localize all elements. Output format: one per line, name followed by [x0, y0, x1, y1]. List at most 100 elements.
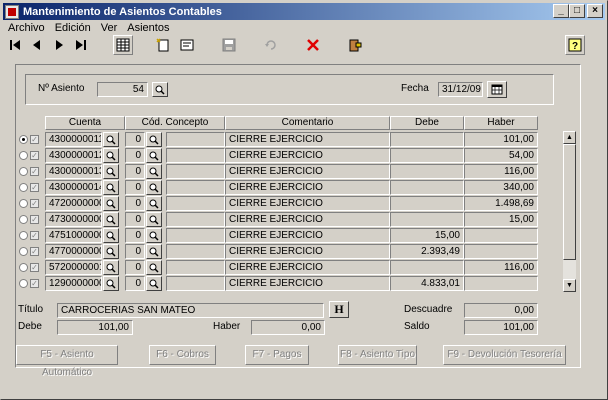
row-selector-radio[interactable]: [19, 263, 28, 272]
row-checkbox[interactable]: ✓: [30, 167, 39, 176]
row-checkbox[interactable]: ✓: [30, 183, 39, 192]
column-header-comentario[interactable]: Comentario: [225, 116, 390, 130]
table-row[interactable]: ✓ 1290000000 0 CIERRE EJERCICIO 4.833,01: [17, 276, 563, 292]
comentario-cell[interactable]: CIERRE EJERCICIO: [225, 228, 390, 243]
debe-cell[interactable]: [390, 180, 464, 195]
next-record-icon[interactable]: [49, 35, 69, 55]
new-document-icon[interactable]: [153, 35, 173, 55]
comentario-cell[interactable]: CIERRE EJERCICIO: [225, 148, 390, 163]
comentario-cell[interactable]: CIERRE EJERCICIO: [225, 260, 390, 275]
maximize-button[interactable]: □: [569, 4, 585, 18]
comentario-cell[interactable]: CIERRE EJERCICIO: [225, 164, 390, 179]
edit-record-icon[interactable]: [177, 35, 197, 55]
row-checkbox[interactable]: ✓: [30, 151, 39, 160]
first-record-icon[interactable]: [5, 35, 25, 55]
table-row[interactable]: ✓ 4720000000 0 CIERRE EJERCICIO 1.498,69: [17, 196, 563, 212]
concepto-search-icon[interactable]: [146, 132, 162, 147]
haber-cell[interactable]: [464, 276, 538, 291]
h-button[interactable]: H: [329, 301, 349, 318]
concepto-search-icon[interactable]: [146, 276, 162, 291]
table-row[interactable]: ✓ 4300000011 0 CIERRE EJERCICIO 101,00: [17, 132, 563, 148]
cuenta-search-icon[interactable]: [103, 180, 119, 195]
delete-icon[interactable]: [303, 35, 323, 55]
cobros-button[interactable]: F6 - Cobros: [149, 345, 216, 365]
column-header-concepto[interactable]: Cód. Concepto: [125, 116, 225, 130]
asiento-tipo-button[interactable]: F8 - Asiento Tipo: [338, 345, 417, 365]
row-selector-radio[interactable]: [19, 231, 28, 240]
row-checkbox[interactable]: ✓: [30, 231, 39, 240]
column-header-haber[interactable]: Haber: [464, 116, 538, 130]
concepto-search-icon[interactable]: [146, 244, 162, 259]
concepto-cell[interactable]: 0: [125, 212, 145, 227]
table-row[interactable]: ✓ 4300000012 0 CIERRE EJERCICIO 54,00: [17, 148, 563, 164]
concepto-search-icon[interactable]: [146, 212, 162, 227]
cuenta-cell[interactable]: 4751000000: [45, 228, 102, 243]
haber-cell[interactable]: 15,00: [464, 212, 538, 227]
debe-cell[interactable]: [390, 164, 464, 179]
cuenta-cell[interactable]: 1290000000: [45, 276, 102, 291]
concepto-cell[interactable]: 0: [125, 260, 145, 275]
cuenta-search-icon[interactable]: [103, 212, 119, 227]
fecha-field[interactable]: 31/12/09: [438, 82, 483, 97]
concepto-cell[interactable]: 0: [125, 244, 145, 259]
cuenta-cell[interactable]: 4300000014: [45, 180, 102, 195]
comentario-cell[interactable]: CIERRE EJERCICIO: [225, 244, 390, 259]
row-selector-radio[interactable]: [19, 215, 28, 224]
haber-cell[interactable]: 101,00: [464, 132, 538, 147]
minimize-button[interactable]: _: [553, 4, 569, 18]
cuenta-cell[interactable]: 4730000000: [45, 212, 102, 227]
debe-cell[interactable]: [390, 196, 464, 211]
cuenta-search-icon[interactable]: [103, 244, 119, 259]
concepto-cell[interactable]: 0: [125, 148, 145, 163]
concepto-search-icon[interactable]: [146, 180, 162, 195]
comentario-cell[interactable]: CIERRE EJERCICIO: [225, 276, 390, 291]
debe-cell[interactable]: [390, 132, 464, 147]
haber-cell[interactable]: 340,00: [464, 180, 538, 195]
row-selector-radio[interactable]: [19, 247, 28, 256]
row-checkbox[interactable]: ✓: [30, 135, 39, 144]
cuenta-search-icon[interactable]: [103, 164, 119, 179]
column-header-debe[interactable]: Debe: [390, 116, 464, 130]
cuenta-search-icon[interactable]: [103, 196, 119, 211]
concepto-cell[interactable]: 0: [125, 276, 145, 291]
save-icon[interactable]: [219, 35, 239, 55]
haber-cell[interactable]: 116,00: [464, 260, 538, 275]
last-record-icon[interactable]: [71, 35, 91, 55]
concepto-cell[interactable]: 0: [125, 132, 145, 147]
concepto-search-icon[interactable]: [146, 228, 162, 243]
comentario-cell[interactable]: CIERRE EJERCICIO: [225, 180, 390, 195]
row-checkbox[interactable]: ✓: [30, 215, 39, 224]
row-checkbox[interactable]: ✓: [30, 263, 39, 272]
row-selector-radio[interactable]: [19, 151, 28, 160]
concepto-cell[interactable]: 0: [125, 180, 145, 195]
grid-view-icon[interactable]: [113, 35, 133, 55]
table-row[interactable]: ✓ 4300000013 0 CIERRE EJERCICIO 116,00: [17, 164, 563, 180]
table-row[interactable]: ✓ 5720000001 0 CIERRE EJERCICIO 116,00: [17, 260, 563, 276]
help-icon[interactable]: ?: [565, 35, 585, 55]
concepto-search-icon[interactable]: [146, 260, 162, 275]
calendar-icon[interactable]: [487, 81, 507, 98]
debe-cell[interactable]: [390, 212, 464, 227]
cuenta-search-icon[interactable]: [103, 148, 119, 163]
cuenta-cell[interactable]: 4300000013: [45, 164, 102, 179]
comentario-cell[interactable]: CIERRE EJERCICIO: [225, 132, 390, 147]
exit-icon[interactable]: [345, 35, 365, 55]
asiento-automatico-button[interactable]: F5 - Asiento Automático: [16, 345, 118, 378]
row-checkbox[interactable]: ✓: [30, 247, 39, 256]
debe-cell[interactable]: 2.393,49: [390, 244, 464, 259]
row-checkbox[interactable]: ✓: [30, 199, 39, 208]
undo-icon[interactable]: [261, 35, 281, 55]
cuenta-cell[interactable]: 4720000000: [45, 196, 102, 211]
debe-cell[interactable]: [390, 148, 464, 163]
vertical-scrollbar[interactable]: ▲ ▼: [563, 131, 576, 292]
asiento-number-field[interactable]: 54: [97, 82, 148, 97]
concepto-cell[interactable]: 0: [125, 228, 145, 243]
row-selector-radio[interactable]: [19, 135, 28, 144]
row-checkbox[interactable]: ✓: [30, 279, 39, 288]
debe-cell[interactable]: 4.833,01: [390, 276, 464, 291]
close-button[interactable]: ×: [587, 4, 603, 18]
table-row[interactable]: ✓ 4770000000 0 CIERRE EJERCICIO 2.393,49: [17, 244, 563, 260]
concepto-cell[interactable]: 0: [125, 164, 145, 179]
row-selector-radio[interactable]: [19, 279, 28, 288]
asiento-search-icon[interactable]: [152, 82, 168, 97]
